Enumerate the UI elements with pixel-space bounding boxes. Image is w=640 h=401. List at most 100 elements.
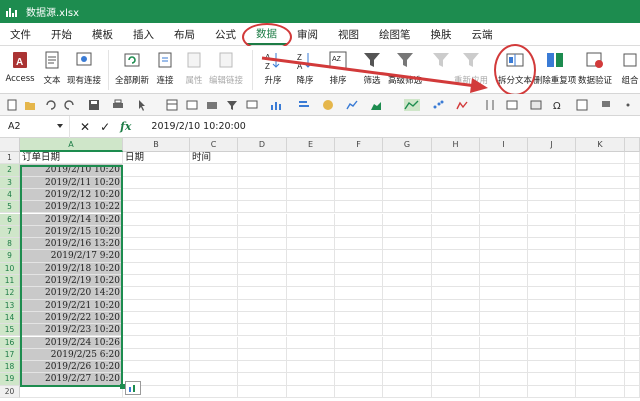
table-cell[interactable] xyxy=(480,336,528,349)
redo-icon[interactable] xyxy=(64,99,76,111)
select-all-corner[interactable] xyxy=(0,138,20,152)
table-cell[interactable] xyxy=(287,188,335,202)
existing-connection-button[interactable]: 现有连接 xyxy=(66,46,102,94)
camera-icon[interactable] xyxy=(206,99,218,111)
table-cell[interactable] xyxy=(190,188,238,202)
table-cell[interactable] xyxy=(238,176,287,189)
table-cell[interactable] xyxy=(432,324,480,337)
row-header[interactable]: 10 xyxy=(0,262,20,275)
menu-formula[interactable]: 公式 xyxy=(205,23,246,46)
undo-icon[interactable] xyxy=(44,99,56,111)
table-cell[interactable] xyxy=(576,176,625,189)
table-cell[interactable]: 2019/2/24 10:26 xyxy=(20,336,123,349)
omega-icon[interactable]: Ω xyxy=(552,99,564,111)
row-header[interactable]: 19 xyxy=(0,373,20,386)
table-cell[interactable] xyxy=(625,311,640,325)
table-cell[interactable] xyxy=(576,164,625,177)
column-header-d[interactable]: D xyxy=(238,138,287,152)
sort-button[interactable]: AZ 排序 xyxy=(324,46,352,94)
formula-input[interactable]: 2019/2/10 10:20:00 xyxy=(151,121,245,132)
table-cell[interactable] xyxy=(335,324,383,337)
table-cell[interactable] xyxy=(432,262,480,275)
table-cell[interactable] xyxy=(528,188,576,202)
table-cell[interactable] xyxy=(287,275,335,288)
table-cell[interactable]: 2019/2/16 13:20 xyxy=(20,238,123,251)
row-header[interactable]: 2 xyxy=(0,164,20,177)
table-cell[interactable] xyxy=(625,299,640,312)
table-cell[interactable] xyxy=(576,324,625,337)
row-header[interactable]: 9 xyxy=(0,250,20,263)
table-cell[interactable] xyxy=(576,213,625,226)
table-cell[interactable] xyxy=(238,201,287,214)
table-cell[interactable] xyxy=(528,336,576,349)
chart-combo-icon[interactable] xyxy=(404,99,420,111)
table-cell[interactable] xyxy=(287,385,335,398)
table-cell[interactable] xyxy=(123,275,190,288)
table-cell[interactable] xyxy=(190,275,238,288)
table-cell[interactable] xyxy=(576,238,625,251)
table-cell[interactable] xyxy=(190,311,238,325)
access-button[interactable]: A Access xyxy=(5,46,35,94)
menu-view[interactable]: 视图 xyxy=(328,23,369,46)
table-cell[interactable] xyxy=(625,176,640,189)
table-cell[interactable] xyxy=(480,225,528,239)
table-cell[interactable] xyxy=(238,188,287,202)
menu-data[interactable]: 数据 xyxy=(242,22,292,51)
table-cell[interactable] xyxy=(335,164,383,177)
table-cell[interactable] xyxy=(335,275,383,288)
table-cell[interactable] xyxy=(238,311,287,325)
table-cell[interactable]: 2019/2/23 10:20 xyxy=(20,324,123,337)
table-cell[interactable] xyxy=(287,336,335,349)
open-folder-icon[interactable] xyxy=(24,99,36,111)
column-header-h[interactable]: H xyxy=(432,138,480,152)
table-cell[interactable] xyxy=(432,385,480,398)
table-cell[interactable] xyxy=(190,213,238,226)
table-cell[interactable] xyxy=(335,188,383,202)
table-cell[interactable] xyxy=(238,336,287,349)
table-cell[interactable] xyxy=(287,152,335,165)
row-header[interactable]: 8 xyxy=(0,238,20,251)
table-cell[interactable] xyxy=(625,361,640,374)
table-cell[interactable] xyxy=(287,213,335,226)
table-cell[interactable] xyxy=(528,385,576,398)
group-button[interactable]: 组合 xyxy=(620,46,640,94)
column-header-a[interactable]: A xyxy=(20,138,123,152)
table-cell[interactable] xyxy=(576,201,625,214)
table-cell[interactable] xyxy=(123,176,190,189)
table-cell[interactable] xyxy=(432,201,480,214)
save-icon[interactable] xyxy=(88,99,100,111)
table-cell[interactable] xyxy=(528,201,576,214)
table-cell[interactable] xyxy=(190,176,238,189)
table-cell[interactable] xyxy=(287,311,335,325)
quick-analysis-icon[interactable] xyxy=(125,381,141,395)
table-cell[interactable] xyxy=(432,361,480,374)
chart-bar-icon[interactable] xyxy=(298,99,310,111)
table-cell[interactable] xyxy=(123,262,190,275)
table-cell[interactable] xyxy=(432,176,480,189)
table-cell[interactable] xyxy=(625,250,640,263)
table-cell[interactable] xyxy=(625,385,640,398)
merge-icon[interactable] xyxy=(530,99,542,111)
table-cell[interactable] xyxy=(576,348,625,362)
table-cell[interactable] xyxy=(190,287,238,300)
table-cell[interactable] xyxy=(190,361,238,374)
table-cell[interactable]: 2019/2/27 10:20 xyxy=(20,373,123,386)
table-cell[interactable] xyxy=(480,176,528,189)
connections-button[interactable]: 连接 xyxy=(152,46,178,94)
chart-area-icon[interactable] xyxy=(370,99,382,111)
chevron-down-icon[interactable] xyxy=(57,123,63,128)
list-icon[interactable] xyxy=(506,99,518,111)
table-cell[interactable] xyxy=(287,238,335,251)
table-cell[interactable] xyxy=(238,250,287,263)
table-cell[interactable] xyxy=(432,250,480,263)
table-cell[interactable] xyxy=(190,373,238,386)
edit-links-button[interactable]: 编辑链接 xyxy=(208,46,244,94)
table-cell[interactable] xyxy=(432,311,480,325)
table-cell[interactable] xyxy=(576,336,625,349)
chart-line-icon[interactable] xyxy=(346,99,358,111)
table-cell[interactable] xyxy=(383,373,432,386)
table-cell[interactable] xyxy=(123,299,190,312)
row-header[interactable]: 1 xyxy=(0,152,20,165)
row-header[interactable]: 15 xyxy=(0,324,20,337)
table-cell[interactable] xyxy=(528,176,576,189)
